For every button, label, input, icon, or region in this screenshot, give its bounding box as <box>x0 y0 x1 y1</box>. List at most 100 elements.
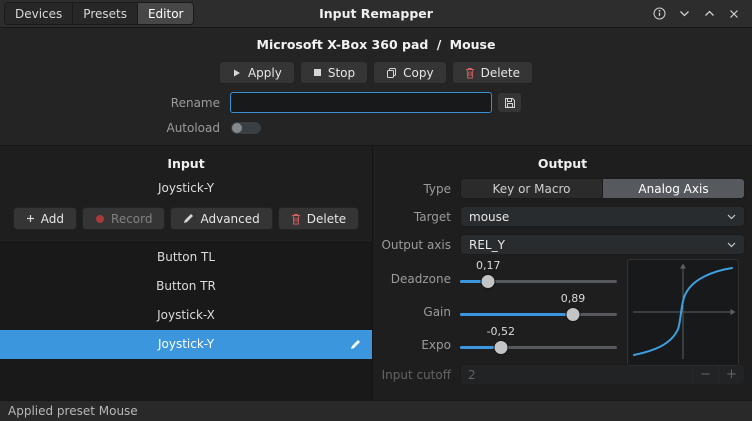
plus-icon <box>26 214 35 223</box>
type-option-analog-axis[interactable]: Analog Axis <box>602 179 744 198</box>
input-cutoff-label: Input cutoff <box>381 367 451 382</box>
minus-icon[interactable]: − <box>692 365 718 384</box>
input-item-label: Button TR <box>156 279 216 293</box>
chevron-down-icon <box>727 242 736 248</box>
delete-preset-label: Delete <box>480 65 521 80</box>
tab-editor[interactable]: Editor <box>137 3 194 24</box>
slider-handle[interactable] <box>565 307 581 322</box>
autoload-row: Autoload <box>0 121 752 135</box>
type-option-key-or-macro[interactable]: Key or Macro <box>461 179 602 198</box>
output-axis-dropdown[interactable]: REL_Y <box>460 234 745 255</box>
input-cutoff-value: 2 <box>468 367 476 382</box>
advanced-button[interactable]: Advanced <box>170 207 273 230</box>
input-list-item[interactable]: Joystick-X <box>0 301 372 330</box>
slider-handle[interactable] <box>480 274 496 289</box>
expo-value: -0,52 <box>486 325 516 338</box>
input-list: Button TL Button TR Joystick-X Joystick-… <box>0 242 372 400</box>
input-remapper-window: Devices Presets Editor Input Remapper Mi… <box>0 0 752 421</box>
record-icon <box>95 214 105 224</box>
input-item-label: Joystick-Y <box>157 337 215 351</box>
tab-devices[interactable]: Devices <box>5 3 74 24</box>
chevron-down-icon[interactable] <box>675 5 693 23</box>
status-bar: Applied preset Mouse <box>0 400 752 421</box>
input-item-label: Joystick-X <box>157 308 215 322</box>
copy-icon <box>386 67 397 79</box>
deadzone-label: Deadzone <box>390 272 451 286</box>
gain-label: Gain <box>423 305 451 319</box>
expo-slider[interactable] <box>460 338 617 356</box>
edit-pencil-icon[interactable] <box>350 339 361 350</box>
preset-name: Mouse <box>449 37 496 52</box>
type-label: Type <box>423 181 451 196</box>
input-cutoff-row: Input cutoff 2 − + <box>380 364 745 385</box>
input-list-item[interactable]: Button TR <box>0 272 372 301</box>
apply-label: Apply <box>247 65 282 80</box>
trash-icon <box>291 213 301 225</box>
gain-slider[interactable] <box>460 305 617 323</box>
expo-slider-row: Expo -0,52 <box>380 325 617 356</box>
autoload-toggle[interactable] <box>230 121 262 135</box>
stop-icon <box>313 68 322 77</box>
preset-actions: Apply Stop Copy Delete <box>0 61 752 84</box>
window-controls <box>650 5 752 23</box>
autoload-label: Autoload <box>166 121 220 135</box>
record-button[interactable]: Record <box>82 207 166 230</box>
target-value: mouse <box>469 209 510 224</box>
status-message: Applied preset Mouse <box>8 404 138 418</box>
toggle-knob <box>232 123 242 133</box>
tab-presets[interactable]: Presets <box>73 3 138 24</box>
plus-icon[interactable]: + <box>718 365 744 384</box>
input-actions: Add Record Advanced Delete <box>0 207 372 230</box>
copy-label: Copy <box>403 65 434 80</box>
rename-label: Rename <box>170 95 220 110</box>
advanced-label: Advanced <box>200 211 260 226</box>
chevron-down-icon <box>727 214 736 220</box>
slider-handle[interactable] <box>493 340 509 355</box>
target-row: Target mouse <box>380 206 745 227</box>
chevron-up-icon[interactable] <box>700 5 718 23</box>
stop-label: Stop <box>327 65 356 80</box>
type-segmented-control: Key or Macro Analog Axis <box>460 178 745 199</box>
titlebar: Devices Presets Editor Input Remapper <box>0 0 752 28</box>
output-panel-title: Output <box>537 156 588 171</box>
apply-button[interactable]: Apply <box>218 61 295 84</box>
delete-preset-button[interactable]: Delete <box>451 61 534 84</box>
input-list-item[interactable]: Button TL <box>0 243 372 272</box>
help-icon[interactable] <box>650 5 668 23</box>
rename-row: Rename <box>0 92 752 113</box>
input-list-item-selected[interactable]: Joystick-Y <box>0 330 372 359</box>
input-panel-title: Input <box>167 156 205 171</box>
delete-input-button[interactable]: Delete <box>277 207 360 230</box>
trash-icon <box>465 67 475 79</box>
gain-value: 0,89 <box>560 292 586 305</box>
view-switcher: Devices Presets Editor <box>4 2 195 25</box>
output-axis-label: Output axis <box>381 237 451 252</box>
delete-input-label: Delete <box>306 211 347 226</box>
add-label: Add <box>40 211 65 226</box>
output-panel: Output Type Key or Macro Analog Axis Tar… <box>373 146 752 400</box>
close-icon[interactable] <box>725 5 743 23</box>
play-icon <box>232 68 242 78</box>
preset-header: Microsoft X-Box 360 pad / Mouse Apply St… <box>0 28 752 146</box>
rename-input[interactable] <box>230 92 492 113</box>
device-preset-title: Microsoft X-Box 360 pad / Mouse <box>0 37 752 52</box>
axis-tuning-section: Deadzone 0,17 Gain 0,89 Expo -0,52 <box>380 259 745 366</box>
editor-panes: Input Joystick-Y Add Record Advanced Del <box>0 146 752 400</box>
path-separator: / <box>436 37 442 52</box>
target-dropdown[interactable]: mouse <box>460 206 745 227</box>
input-cutoff-spinbox[interactable]: 2 − + <box>460 364 745 385</box>
deadzone-slider[interactable] <box>460 272 617 290</box>
deadzone-value: 0,17 <box>476 259 501 272</box>
output-axis-row: Output axis REL_Y <box>380 234 745 255</box>
deadzone-slider-row: Deadzone 0,17 <box>380 259 617 290</box>
sliders: Deadzone 0,17 Gain 0,89 Expo -0,52 <box>380 259 617 356</box>
stop-button[interactable]: Stop <box>299 61 369 84</box>
save-rename-button[interactable] <box>497 92 522 113</box>
pencil-icon <box>183 213 194 224</box>
floppy-icon <box>504 97 516 109</box>
target-label: Target <box>413 209 451 224</box>
add-input-button[interactable]: Add <box>12 207 78 230</box>
copy-button[interactable]: Copy <box>373 61 447 84</box>
slider-fill <box>460 313 574 316</box>
type-row: Type Key or Macro Analog Axis <box>380 178 745 199</box>
